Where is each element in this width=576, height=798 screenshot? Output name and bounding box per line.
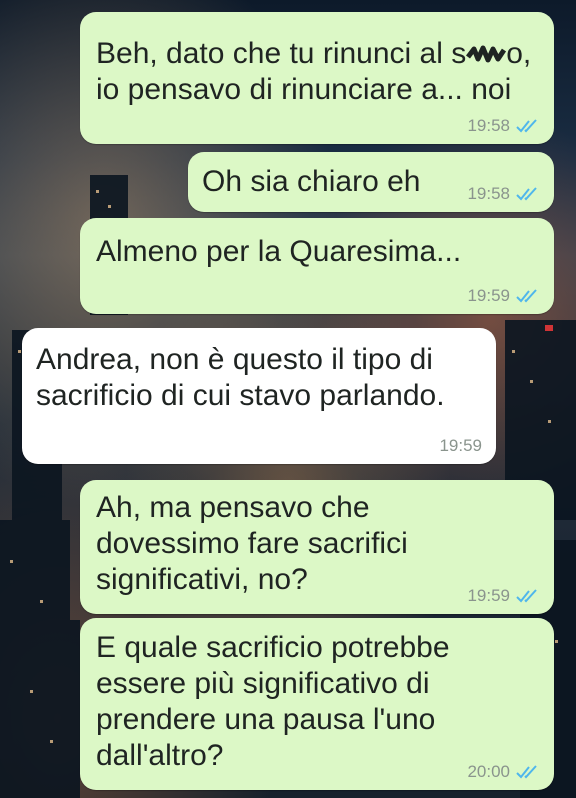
message-bubble-outgoing[interactable]: Almeno per la Quaresima... 19:59	[80, 218, 554, 314]
message-time: 19:58	[467, 184, 510, 203]
double-check-icon	[516, 765, 537, 779]
message-text: Andrea, non è questo il tipo di sacrific…	[36, 343, 445, 412]
message-bubble-incoming[interactable]: Andrea, non è questo il tipo di sacrific…	[22, 328, 496, 464]
message-meta: 19:58	[467, 184, 542, 204]
double-check-icon	[516, 187, 537, 201]
message-bubble-outgoing[interactable]: Oh sia chiaro eh 19:58	[188, 152, 554, 212]
message-meta: 20:00	[467, 762, 542, 782]
message-time: 19:59	[467, 286, 510, 305]
message-meta: 19:58	[467, 116, 542, 136]
double-check-icon	[516, 589, 537, 603]
message-bubble-outgoing[interactable]: Ah, ma pensavo che dovessimo fare sacrif…	[80, 480, 554, 614]
double-check-icon	[516, 289, 537, 303]
message-meta: 19:59	[467, 286, 542, 306]
message-time: 19:59	[439, 436, 482, 455]
message-time: 20:00	[467, 762, 510, 781]
message-meta: 19:59	[467, 586, 542, 606]
redaction-scribble-icon	[466, 45, 507, 63]
message-time: 19:59	[467, 586, 510, 605]
message-text: Almeno per la Quaresima...	[96, 235, 462, 268]
message-bubble-outgoing[interactable]: E quale sacrificio potrebbe essere più s…	[80, 618, 554, 790]
message-text: Ah, ma pensavo che dovessimo fare sacrif…	[96, 491, 408, 596]
message-text: Beh, dato che tu rinunci al s o, io pensa…	[96, 37, 532, 106]
message-time: 19:58	[467, 116, 510, 135]
double-check-icon	[516, 119, 537, 133]
message-meta: 19:59	[439, 436, 482, 456]
message-text: E quale sacrificio potrebbe essere più s…	[96, 631, 450, 772]
message-bubble-outgoing[interactable]: Beh, dato che tu rinunci al s o, io pensa…	[80, 12, 554, 144]
